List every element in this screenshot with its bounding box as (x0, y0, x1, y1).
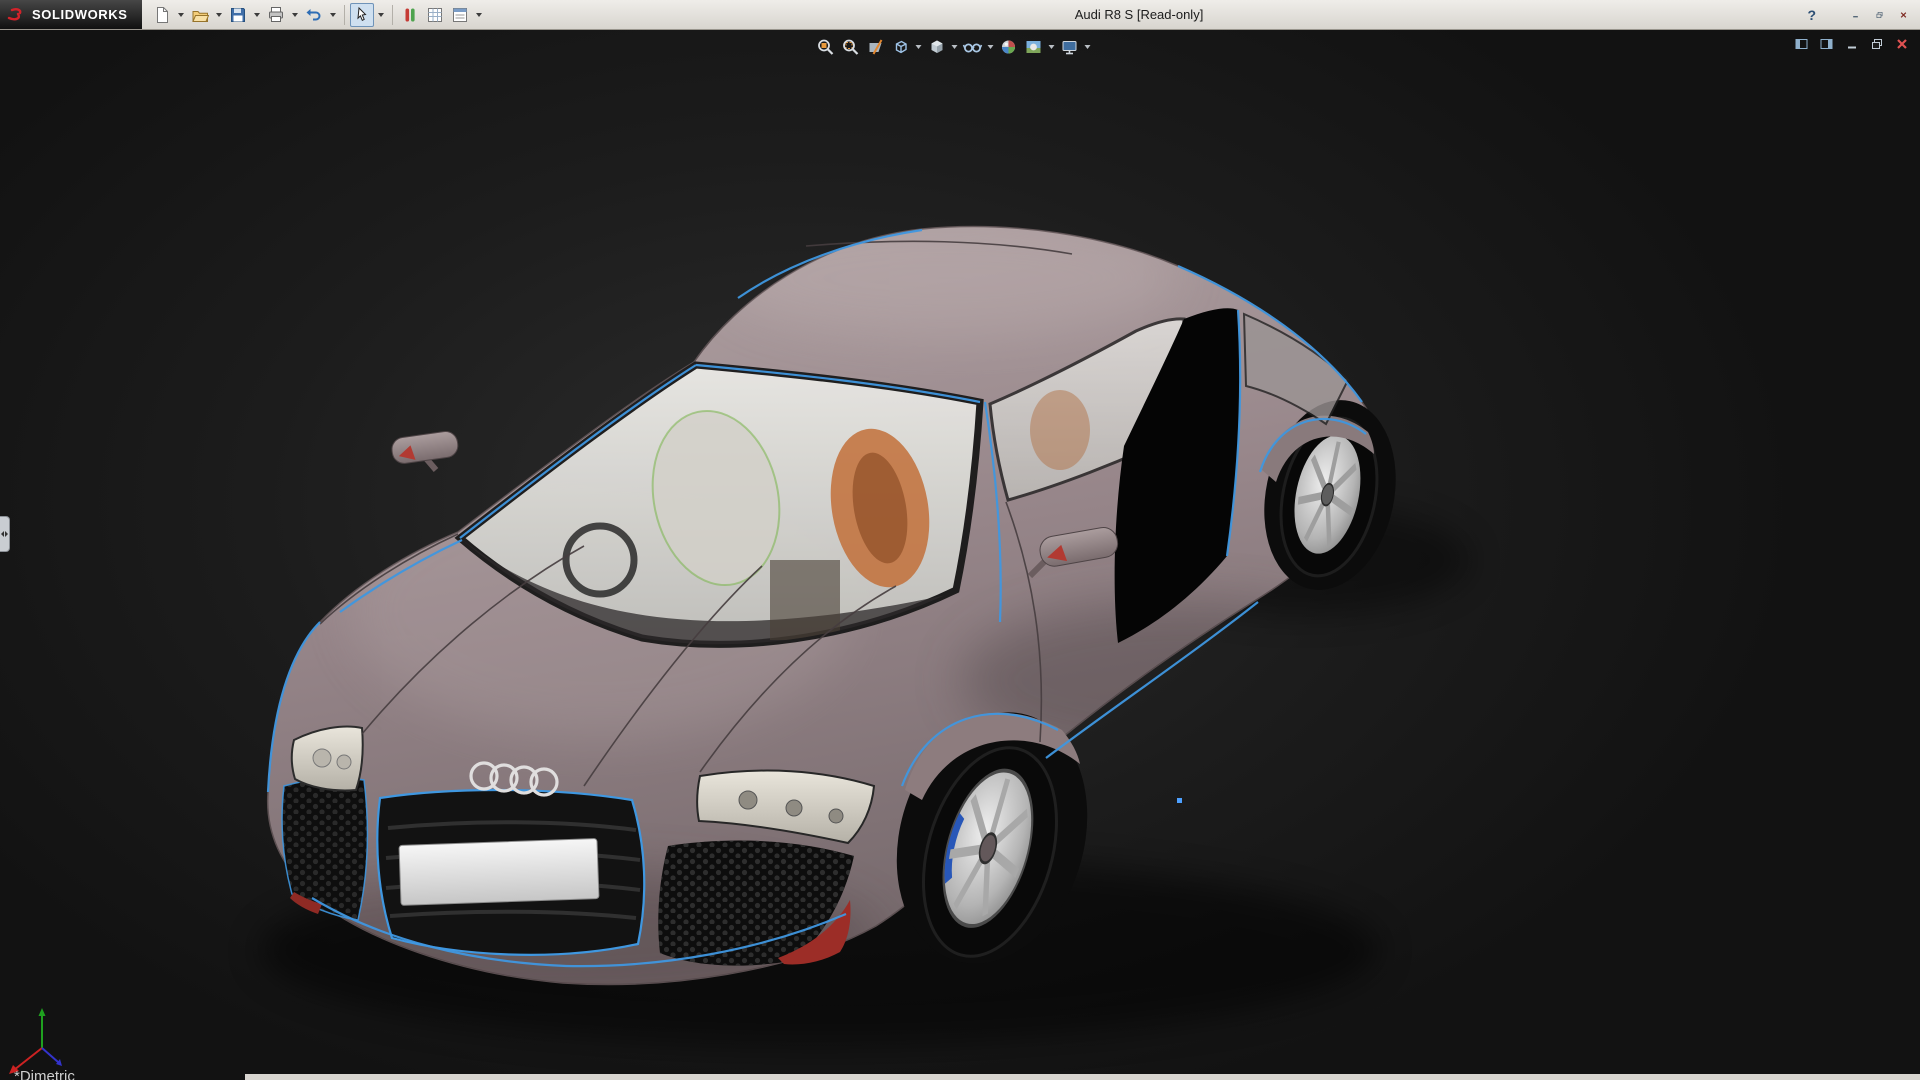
solidworks-logo: SOLIDWORKS (0, 0, 142, 29)
view-settings-icon (1060, 37, 1080, 57)
restore-icon (1876, 9, 1883, 21)
restore-icon (1871, 38, 1883, 50)
toolbar-separator (344, 5, 345, 25)
solidworks-logo-icon (6, 5, 28, 25)
bottom-taskbar-strip (245, 1074, 1920, 1080)
chevron-down-icon[interactable] (916, 45, 922, 49)
zoom-to-fit-icon (816, 37, 836, 57)
new-document-icon (153, 6, 171, 24)
titlebar: SOLIDWORKS (0, 0, 1920, 30)
titlebar-controls: ? (1807, 0, 1914, 29)
appearance-ball-icon (999, 37, 1019, 57)
open-folder-icon (191, 6, 209, 24)
selection-filter-button[interactable] (398, 3, 422, 27)
select-cursor-icon (353, 6, 371, 24)
chevron-down-icon[interactable] (378, 13, 384, 17)
doc-minimize-button[interactable] (1844, 37, 1860, 51)
close-button[interactable] (1893, 5, 1914, 24)
zoom-to-area-icon (841, 37, 861, 57)
splitter-left-arrow-icon (1, 531, 4, 537)
view-orientation-button[interactable] (889, 35, 913, 59)
heads-up-view-toolbar (814, 35, 1093, 59)
chevron-down-icon[interactable] (216, 13, 222, 17)
minimize-button[interactable] (1845, 5, 1866, 24)
view-orientation-label: *Dimetric (14, 1068, 75, 1080)
split-pane-left-icon (1795, 38, 1809, 50)
restore-button[interactable] (1869, 5, 1890, 24)
3d-viewport[interactable]: *Dimetric (0, 29, 1920, 1080)
close-icon (1900, 9, 1907, 21)
options-sheet-icon (451, 6, 469, 24)
undo-arrow-icon (305, 6, 323, 24)
glasses-icon (963, 37, 983, 57)
document-window-controls (1794, 37, 1910, 51)
undo-button[interactable] (302, 3, 326, 27)
toolbar-separator (392, 5, 393, 25)
logo-text: SOLIDWORKS (32, 7, 128, 22)
zoom-to-area-button[interactable] (839, 35, 863, 59)
selection-filter-icon (401, 6, 419, 24)
split-pane-right-icon (1820, 38, 1834, 50)
chevron-down-icon[interactable] (1049, 45, 1055, 49)
view-settings-button[interactable] (1058, 35, 1082, 59)
minimize-icon (1846, 38, 1858, 50)
solidworks-window: SOLIDWORKS (0, 0, 1920, 1080)
help-button[interactable]: ? (1807, 7, 1816, 23)
left-mirror[interactable] (390, 430, 459, 470)
window-title: Audi R8 S [Read-only] (1075, 0, 1204, 29)
chevron-down-icon[interactable] (1085, 45, 1091, 49)
zoom-to-fit-button[interactable] (814, 35, 838, 59)
splitter-right-arrow-icon (5, 531, 8, 537)
y-axis-arrow (39, 1008, 46, 1016)
main-toolbar (150, 3, 485, 27)
chevron-down-icon[interactable] (330, 13, 336, 17)
chevron-down-icon[interactable] (952, 45, 958, 49)
chevron-down-icon[interactable] (292, 13, 298, 17)
car-model[interactable] (0, 29, 1920, 1080)
split-pane-right-button[interactable] (1819, 37, 1835, 51)
pane-splitter-handle[interactable] (0, 516, 10, 552)
floppy-save-icon (229, 6, 247, 24)
view-orientation-cube-icon (891, 37, 911, 57)
printer-icon (267, 6, 285, 24)
display-style-button[interactable] (925, 35, 949, 59)
doc-restore-button[interactable] (1869, 37, 1885, 51)
chevron-down-icon[interactable] (476, 13, 482, 17)
license-plate (399, 839, 599, 906)
section-view-button[interactable] (864, 35, 888, 59)
apply-scene-icon (1024, 37, 1044, 57)
chevron-down-icon[interactable] (254, 13, 260, 17)
doc-close-button[interactable] (1894, 37, 1910, 51)
options-sheet-button[interactable] (448, 3, 472, 27)
edit-appearance-button[interactable] (997, 35, 1021, 59)
display-style-cube-icon (927, 37, 947, 57)
apply-scene-button[interactable] (1022, 35, 1046, 59)
split-pane-left-button[interactable] (1794, 37, 1810, 51)
print-button[interactable] (264, 3, 288, 27)
new-document-button[interactable] (150, 3, 174, 27)
interior-seat-hint (1030, 390, 1090, 470)
section-view-icon (866, 37, 886, 57)
chevron-down-icon[interactable] (988, 45, 994, 49)
save-button[interactable] (226, 3, 250, 27)
select-button[interactable] (350, 3, 374, 27)
close-icon (1896, 38, 1908, 50)
design-table-icon (426, 6, 444, 24)
hide-show-items-button[interactable] (961, 35, 985, 59)
open-document-button[interactable] (188, 3, 212, 27)
design-table-button[interactable] (423, 3, 447, 27)
selection-vertex-dot (1177, 798, 1182, 803)
minimize-icon (1852, 9, 1859, 21)
chevron-down-icon[interactable] (178, 13, 184, 17)
